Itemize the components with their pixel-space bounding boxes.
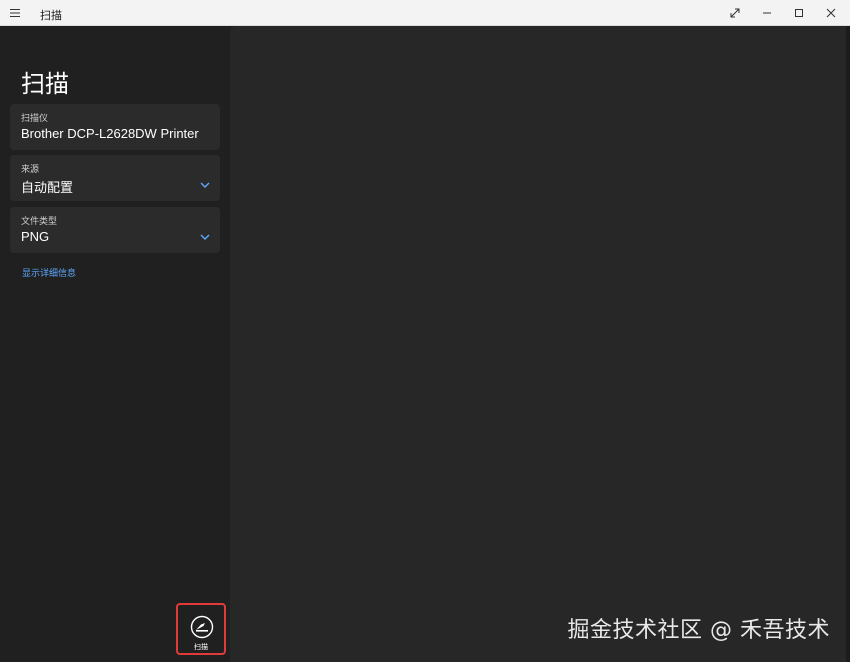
watermark: 掘金技术社区 @ 禾吾技术 — [567, 618, 830, 643]
minimize-icon — [763, 12, 771, 14]
scan-button-label: 扫描 — [194, 644, 208, 651]
minimize-button[interactable] — [750, 0, 784, 26]
file-type-dropdown[interactable]: 文件类型 PNG — [10, 207, 220, 253]
source-label: 来源 — [21, 164, 40, 174]
source-dropdown[interactable]: 来源 自动配置 — [10, 155, 220, 201]
file-type-label: 文件类型 — [21, 216, 58, 226]
chevron-down-icon — [200, 182, 210, 188]
scan-preview-area — [230, 26, 846, 662]
maximize-button[interactable] — [782, 0, 816, 26]
scanner-value: Brother DCP-L2628DW Printer — [21, 126, 199, 141]
chevron-down-icon — [200, 234, 210, 240]
expand-button[interactable] — [718, 0, 752, 26]
expand-icon — [730, 8, 740, 18]
show-details-link[interactable]: 显示详细信息 — [22, 266, 76, 279]
settings-pane: 扫描 扫描仪 Brother DCP-L2628DW Printer 来源 自动… — [0, 26, 230, 662]
scan-icon — [190, 615, 214, 639]
file-type-value: PNG — [21, 229, 50, 244]
hamburger-menu-icon[interactable] — [9, 6, 23, 20]
close-button[interactable] — [814, 0, 848, 26]
scanner-label: 扫描仪 — [21, 113, 49, 123]
page-title: 扫描 — [21, 71, 69, 98]
close-icon — [826, 8, 836, 18]
scanner-selector[interactable]: 扫描仪 Brother DCP-L2628DW Printer — [10, 104, 220, 150]
maximize-icon — [795, 9, 803, 17]
source-value: 自动配置 — [21, 180, 74, 195]
title-bar: 扫描 — [0, 0, 850, 26]
scan-button[interactable]: 扫描 — [176, 603, 226, 655]
window-edge — [846, 26, 850, 662]
window-title: 扫描 — [40, 10, 62, 22]
